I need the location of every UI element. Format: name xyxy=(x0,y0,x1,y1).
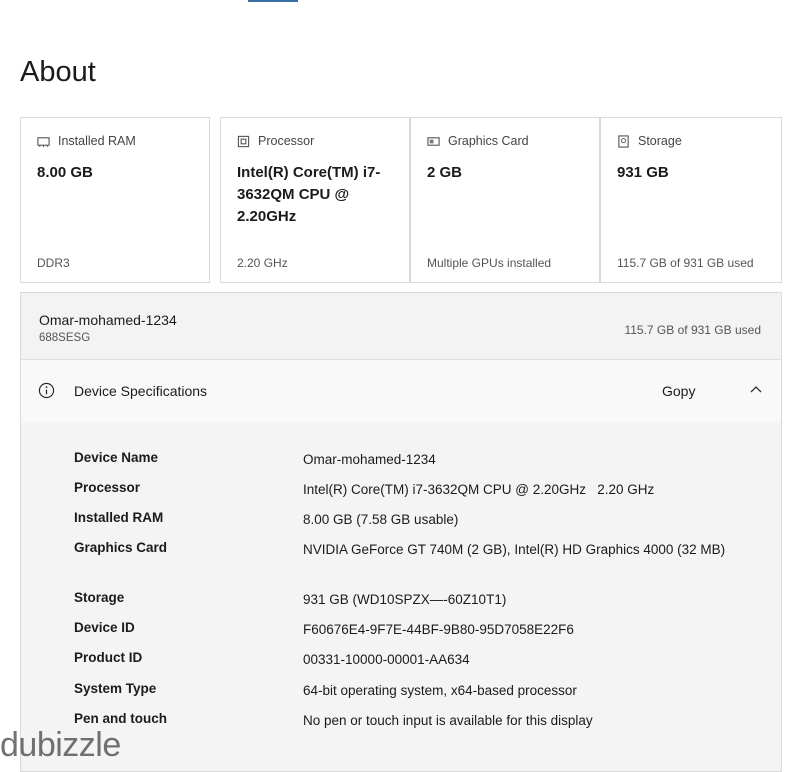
card-value: 2 GB xyxy=(427,164,463,181)
card-value: 931 GB xyxy=(617,164,669,181)
device-name: Omar-mohamed-1234 xyxy=(39,312,177,328)
spec-value[interactable]: 931 GB (WD10SPZX—-60Z10T1) xyxy=(303,590,743,610)
card-label: Installed RAM xyxy=(58,134,136,148)
spec-key: Processor xyxy=(74,480,141,495)
spec-value[interactable]: 00331-10000-00001-AA634 xyxy=(303,650,743,670)
card-foot: Multiple GPUs installed xyxy=(427,256,552,270)
device-storage-usage: 115.7 GB of 931 GB used xyxy=(624,323,761,337)
ram-icon xyxy=(37,136,50,147)
page-title: About xyxy=(20,56,96,88)
summary-cards: Installed RAM 8.00 GB DDR3 Processor Int… xyxy=(20,117,782,285)
spec-value[interactable]: NVIDIA GeForce GT 740M (2 GB), Intel(R) … xyxy=(303,540,743,560)
card-foot: 2.20 GHz xyxy=(237,256,288,270)
spec-key: Graphics Card xyxy=(74,540,168,555)
top-accent-bar xyxy=(248,0,298,2)
spec-key: Product ID xyxy=(74,650,143,665)
spec-key: Device ID xyxy=(74,620,135,635)
spec-value[interactable]: Intel(R) Core(TM) i7-3632QM CPU @ 2.20GH… xyxy=(303,480,743,500)
info-icon xyxy=(38,382,55,399)
card-foot: DDR3 xyxy=(37,256,70,270)
card-storage: Storage 931 GB 115.7 GB of 931 GB used xyxy=(600,117,782,283)
dubizzle-watermark: dubizzle xyxy=(0,726,121,764)
device-panel: Omar-mohamed-1234 688SESG 115.7 GB of 93… xyxy=(20,292,782,772)
device-model: 688SESG xyxy=(39,332,91,344)
card-label: Graphics Card xyxy=(448,134,529,148)
spec-key: Device Name xyxy=(74,450,159,465)
card-processor: Processor Intel(R) Core(TM) i7-3632QM CP… xyxy=(220,117,410,283)
card-foot: 115.7 GB of 931 GB used xyxy=(617,256,754,270)
device-header: Omar-mohamed-1234 688SESG 115.7 GB of 93… xyxy=(21,293,781,359)
spec-key: Pen and touch xyxy=(74,711,168,726)
graphics-card-icon xyxy=(427,136,440,146)
spec-value[interactable]: 64-bit operating system, x64-based proce… xyxy=(303,681,743,701)
storage-icon xyxy=(618,134,629,148)
device-specifications-title: Device Specifications xyxy=(74,383,208,399)
spec-key: Installed RAM xyxy=(74,510,164,525)
device-specifications-list: Device Name Omar-mohamed-1234 Processor … xyxy=(21,422,781,762)
copy-button[interactable]: Gopy xyxy=(656,376,701,406)
spec-key: Storage xyxy=(74,590,125,605)
spec-value[interactable]: Omar-mohamed-1234 xyxy=(303,450,743,470)
spec-value[interactable]: No pen or touch input is available for t… xyxy=(303,711,743,731)
spec-key: System Type xyxy=(74,681,157,696)
chevron-up-icon[interactable] xyxy=(748,382,764,398)
spec-value[interactable]: F60676E4-9F7E-44BF-9B80-95D7058E22F6 xyxy=(303,620,743,640)
device-specifications-header[interactable]: Device Specifications Gopy xyxy=(21,359,781,423)
card-label: Storage xyxy=(638,134,682,148)
card-graphics: Graphics Card 2 GB Multiple GPUs install… xyxy=(410,117,600,283)
card-value: 8.00 GB xyxy=(37,164,93,181)
card-value: Intel(R) Core(TM) i7-3632QM CPU @ 2.20GH… xyxy=(237,164,381,225)
card-label: Processor xyxy=(258,134,315,148)
processor-icon xyxy=(237,135,250,147)
card-installed-ram: Installed RAM 8.00 GB DDR3 xyxy=(20,117,210,283)
spec-value[interactable]: 8.00 GB (7.58 GB usable) xyxy=(303,510,743,530)
